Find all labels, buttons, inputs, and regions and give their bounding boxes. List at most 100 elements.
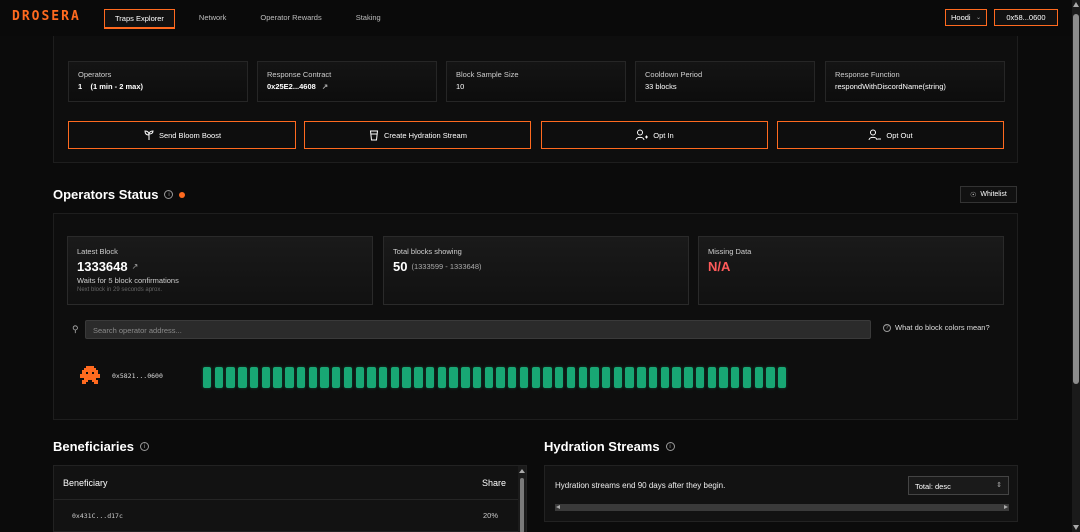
block-status-cell[interactable] [672, 367, 681, 388]
operator-address[interactable]: 0x5821...0600 [112, 372, 163, 380]
block-status-cell[interactable] [625, 367, 634, 388]
nav-staking[interactable]: Staking [346, 9, 391, 28]
page-scrollbar[interactable] [1072, 0, 1080, 532]
block-status-cell[interactable] [261, 367, 271, 388]
beneficiary-address[interactable]: 0x431C...d17c [72, 512, 123, 520]
opt-in-button[interactable]: Opt In [541, 121, 768, 149]
block-status-cell[interactable] [390, 367, 400, 388]
block-status-cell[interactable] [684, 367, 693, 388]
block-status-cell[interactable] [531, 367, 540, 388]
external-link-icon[interactable]: ↗ [322, 82, 328, 91]
block-status-cell[interactable] [437, 367, 447, 388]
scroll-right-icon[interactable] [1004, 505, 1008, 509]
block-status-cell[interactable] [285, 367, 294, 388]
info-icon[interactable]: i [164, 190, 174, 199]
scrollbar-thumb[interactable] [1073, 14, 1079, 384]
block-status-cell[interactable] [695, 367, 705, 388]
operator-search-input[interactable]: Search operator address... [85, 320, 871, 339]
block-status-cell[interactable] [379, 367, 388, 388]
opt-out-button[interactable]: Opt Out [777, 121, 1004, 149]
block-status-cell[interactable] [731, 367, 740, 388]
block-status-cell[interactable] [519, 367, 529, 388]
trap-details-panel: Operators 1 (1 min - 2 max) Response Con… [53, 36, 1018, 163]
block-status-cell[interactable] [543, 367, 552, 388]
card-value: 33 blocks [645, 82, 677, 91]
block-status-cell[interactable] [648, 367, 658, 388]
block-status-cell[interactable] [320, 367, 329, 388]
block-status-cell[interactable] [461, 367, 470, 388]
block-status-cell[interactable] [249, 367, 259, 388]
scroll-left-icon[interactable] [556, 505, 560, 509]
table-scrollbar[interactable] [518, 466, 526, 532]
scrollbar-thumb[interactable] [520, 478, 524, 532]
block-status-cell[interactable] [566, 367, 576, 388]
block-status-cell[interactable] [214, 367, 224, 388]
sort-select[interactable]: Total: desc ⇕ [908, 476, 1009, 495]
block-status-cell[interactable] [226, 367, 235, 388]
nav-operator-rewards[interactable]: Operator Rewards [250, 9, 331, 28]
block-status-cell[interactable] [273, 367, 282, 388]
cup-icon [369, 130, 379, 141]
block-status-cell[interactable] [578, 367, 587, 388]
shield-icon: ☉ [970, 191, 977, 199]
info-icon[interactable]: i [139, 442, 149, 451]
create-hydration-stream-button[interactable]: Create Hydration Stream [304, 121, 531, 149]
latest-block-card: Latest Block 1333648 ↗ Waits for 5 block… [67, 236, 373, 305]
block-status-cell[interactable] [296, 367, 306, 388]
scroll-up-icon[interactable] [1073, 2, 1079, 7]
block-status-cell[interactable] [555, 367, 564, 388]
block-status-cell[interactable] [332, 367, 341, 388]
block-status-cell[interactable] [601, 367, 611, 388]
card-label: Missing Data [708, 247, 752, 256]
block-status-cell[interactable] [484, 367, 494, 388]
block-status-cell[interactable] [343, 367, 353, 388]
scroll-down-icon[interactable] [1073, 525, 1079, 530]
block-colors-help[interactable]: ? What do block colors mean? [883, 323, 990, 332]
block-status-cell[interactable] [203, 367, 212, 388]
block-status-cell[interactable] [742, 367, 752, 388]
beneficiary-share: 20% [482, 511, 498, 520]
block-status-cell[interactable] [637, 367, 646, 388]
block-status-cell[interactable] [414, 367, 423, 388]
external-link-icon[interactable]: ↗ [132, 262, 139, 271]
whitelist-button[interactable]: ☉ Whitelist [960, 186, 1017, 203]
button-label: Opt In [653, 130, 674, 140]
block-status-cell[interactable] [367, 367, 376, 388]
info-icon[interactable]: i [665, 442, 675, 451]
block-status-cell[interactable] [766, 367, 775, 388]
block-status-cell[interactable] [613, 367, 623, 388]
block-status-cell[interactable] [238, 367, 247, 388]
scroll-up-icon[interactable] [519, 469, 525, 473]
hydration-streams-heading: Hydration Streams i [544, 439, 675, 454]
block-status-cell[interactable] [719, 367, 728, 388]
nav-network[interactable]: Network [189, 9, 237, 28]
column-header-share: Share [481, 478, 506, 488]
response-contract-address[interactable]: 0x25E2...4608 [267, 82, 316, 91]
nav-traps-explorer[interactable]: Traps Explorer [104, 9, 175, 28]
network-select[interactable]: Hoodi ⌄ [945, 9, 987, 26]
drosera-logo[interactable]: DROSERA [12, 9, 81, 24]
block-status-cell[interactable] [425, 367, 435, 388]
block-status-cell[interactable] [472, 367, 482, 388]
card-label: Total blocks showing [393, 247, 462, 256]
response-function-card: Response Function respondWithDiscordName… [825, 61, 1005, 102]
block-status-cell[interactable] [508, 367, 517, 388]
block-status-cell[interactable] [355, 367, 364, 388]
block-status-cell[interactable] [754, 367, 763, 388]
send-bloom-boost-button[interactable]: Send Bloom Boost [68, 121, 296, 149]
block-status-cell[interactable] [449, 367, 458, 388]
top-nav: DROSERA Traps Explorer Network Operator … [0, 0, 1072, 36]
block-status-cell[interactable] [496, 367, 505, 388]
card-value: 10 [456, 82, 465, 91]
horizontal-scrollbar[interactable] [555, 504, 1009, 511]
block-status-cell[interactable] [777, 367, 787, 388]
block-status-cell[interactable] [308, 367, 317, 388]
block-status-cell[interactable] [402, 367, 411, 388]
block-status-cell[interactable] [660, 367, 670, 388]
block-status-cell[interactable] [707, 367, 716, 388]
block-status-cell[interactable] [590, 367, 599, 388]
wallet-button[interactable]: 0x58...0600 [994, 9, 1058, 26]
whitelist-label: Whitelist [980, 191, 1007, 198]
hydration-note: Hydration streams end 90 days after they… [555, 481, 726, 490]
card-label: Latest Block [77, 247, 118, 256]
